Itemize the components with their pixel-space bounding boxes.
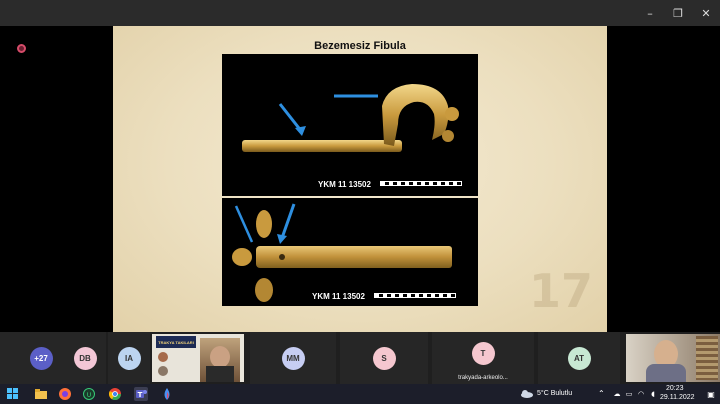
minimize-button[interactable]: –	[636, 0, 664, 26]
teams-icon[interactable]: T	[134, 387, 148, 401]
participant-video	[200, 338, 240, 382]
vpn-icon[interactable]: ∪	[82, 387, 96, 401]
catalog-number-top: YKM 11 13502	[318, 180, 371, 189]
avatar	[158, 366, 168, 376]
fibula-bow	[382, 84, 449, 146]
participant-tile[interactable]: T trakyada-arkeolo...	[432, 332, 534, 384]
avatar: S	[372, 346, 396, 370]
arrow-mark	[280, 203, 296, 239]
taskbar: ∪ T 5°C Bulutlu ⌃ ☁ ▭ ◠ ◖ 20:23 29.11.20…	[0, 384, 720, 404]
participant-tile[interactable]: DB	[64, 332, 106, 384]
volume-icon[interactable]: ◖	[646, 387, 660, 401]
fibula-side-photo: YKM 11 13502	[222, 54, 478, 196]
slide-title: Bezemesiz Fibula	[314, 40, 406, 52]
file-explorer-icon[interactable]	[34, 387, 48, 401]
scale-bar-bottom	[374, 293, 456, 298]
firefox-icon[interactable]	[58, 387, 72, 401]
fibula-top-photo: YKM 11 13502	[222, 198, 478, 306]
participant-tile[interactable]: IA	[108, 332, 150, 384]
poster-title: TRAKYA TAKILARI	[156, 336, 196, 348]
avatar: IA	[117, 346, 141, 370]
droplet-icon[interactable]	[160, 387, 174, 401]
restore-button[interactable]: ❐	[664, 0, 692, 26]
pin-bar	[242, 140, 402, 152]
participant-name: trakyada-arkeolo...	[458, 375, 508, 381]
scale-bar-top	[380, 181, 462, 186]
participant-tile[interactable]: AT	[538, 332, 620, 384]
svg-text:∪: ∪	[86, 390, 92, 399]
slide-page-number: 17	[528, 264, 593, 318]
svg-text:T: T	[138, 391, 143, 399]
window-titlebar: – ❐ ✕	[0, 0, 720, 26]
windows-icon[interactable]	[6, 387, 20, 401]
avatar: DB	[73, 346, 97, 370]
participant-tile[interactable]: S	[340, 332, 428, 384]
participants-strip: +27 DB IA TRAKYA TAKILARI MM S T trakyad…	[0, 332, 720, 384]
arrow-mark	[234, 205, 254, 243]
recording-indicator-icon	[17, 44, 26, 53]
fibula-arm	[302, 246, 452, 268]
shared-screen-stage: Bezemesiz Fibula YKM 11 13502 YKM 11 135…	[0, 26, 720, 332]
avatar	[158, 352, 168, 362]
presentation-slide: Bezemesiz Fibula YKM 11 13502 YKM 11 135…	[113, 26, 607, 332]
close-button[interactable]: ✕	[692, 0, 720, 26]
participant-tile[interactable]: MM	[250, 332, 336, 384]
screen: – ❐ ✕ Bezemesiz Fibula YKM 11 13502 YKM …	[0, 0, 720, 404]
notification-icon[interactable]: ▣	[704, 387, 718, 401]
avatar: T	[471, 341, 495, 365]
chrome-icon[interactable]	[108, 387, 122, 401]
clock-time[interactable]: 20:23	[666, 385, 684, 392]
weather-icon	[520, 387, 534, 401]
clock-date[interactable]: 29.11.2022	[660, 394, 695, 401]
avatar: +27	[29, 346, 53, 370]
weather-text[interactable]: 5°C Bulutlu	[537, 390, 572, 397]
catalog-number-bottom: YKM 11 13502	[312, 292, 365, 301]
poster-tile[interactable]: TRAKYA TAKILARI	[152, 334, 244, 382]
self-video-tile[interactable]	[626, 334, 720, 382]
avatar: MM	[281, 346, 305, 370]
avatar: AT	[567, 346, 591, 370]
tray-chevron-icon[interactable]: ⌃	[598, 389, 605, 398]
